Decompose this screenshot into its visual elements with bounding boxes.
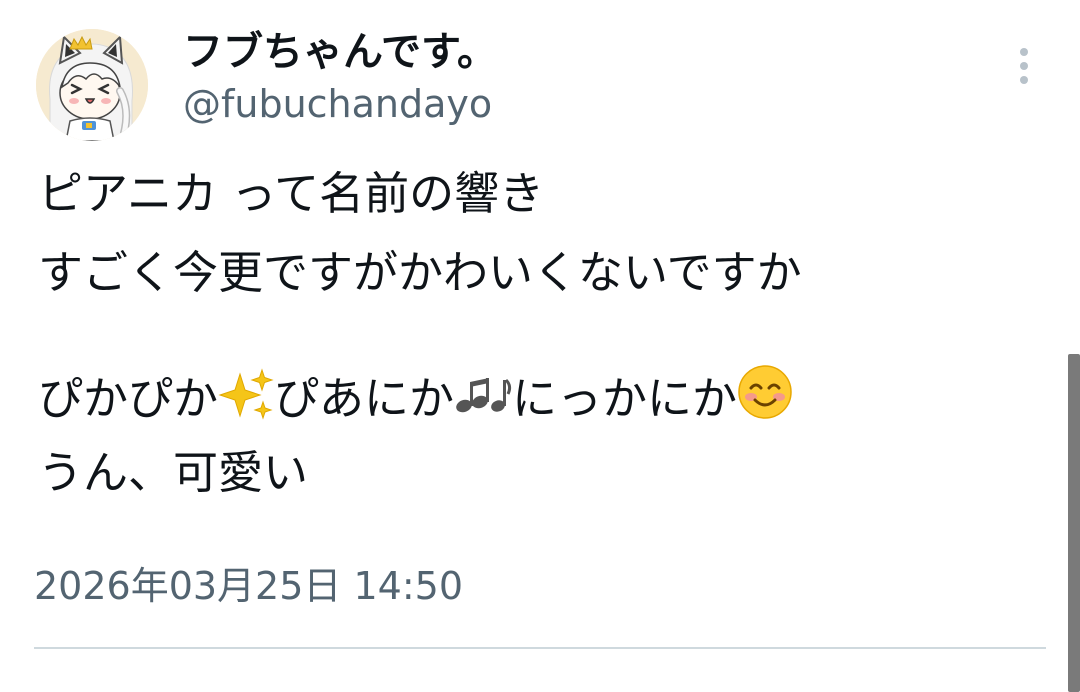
more-vertical-icon-dot <box>1020 76 1028 84</box>
sparkles-emoji-icon <box>218 368 274 420</box>
author-display-name[interactable]: フブちゃんです。 <box>183 26 497 78</box>
author-handle[interactable]: @fubuchandayo <box>183 80 492 128</box>
smiling-face-emoji-icon <box>737 364 793 420</box>
tweet-text-segment: にっかにか <box>512 372 738 425</box>
tweet-line: うん、可愛い <box>38 446 309 499</box>
tweet-line: すごく今更ですがかわいくないですか <box>38 246 802 299</box>
more-options-button[interactable] <box>1004 40 1044 92</box>
tweet-timestamp[interactable]: 2026年03月25日 14:50 <box>34 563 463 609</box>
more-vertical-icon-dot <box>1020 62 1028 70</box>
tweet-line: ぴかぴか ぴあにか にっかにか <box>38 364 1038 425</box>
author-avatar[interactable] <box>36 29 148 141</box>
tweet-text: ピアニカ って名前の響き すごく今更ですがかわいくないですか ぴかぴか ぴあにか <box>38 164 1038 503</box>
tweet-line: ピアニカ って名前の響き <box>38 167 545 220</box>
divider <box>34 647 1046 649</box>
tweet-text-segment: ぴあにか <box>274 372 455 425</box>
scrollbar[interactable] <box>1068 354 1080 692</box>
fox-girl-avatar-icon <box>36 29 148 141</box>
tweet-text-segment: ぴかぴか <box>38 372 219 425</box>
notes-emoji-icon <box>454 368 512 420</box>
tweet-card: フブちゃんです。 @fubuchandayo ピアニカ って名前の響き すごく今… <box>0 0 1080 692</box>
more-vertical-icon <box>1020 48 1028 56</box>
